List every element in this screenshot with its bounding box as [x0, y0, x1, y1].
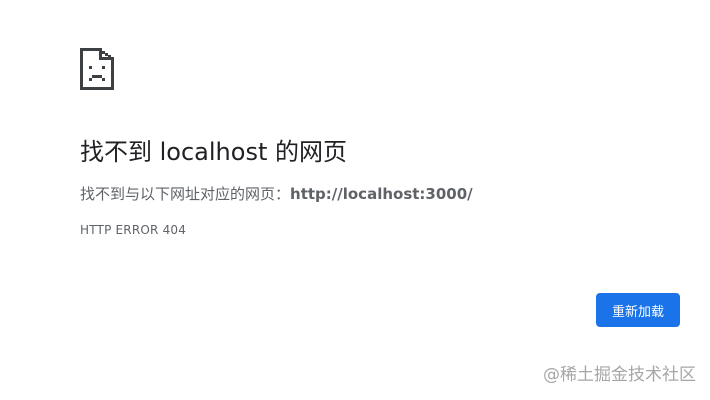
- error-message-prefix: 找不到与以下网址对应的网页：: [80, 185, 291, 203]
- error-message: 找不到与以下网址对应的网页：http://localhost:3000/: [80, 183, 473, 205]
- page-title: 找不到 localhost 的网页: [80, 138, 347, 166]
- error-code: HTTP ERROR 404: [80, 223, 187, 237]
- reload-button[interactable]: 重新加载: [596, 293, 680, 327]
- error-url: http://localhost:3000/: [290, 185, 473, 203]
- sad-document-icon: [80, 48, 114, 90]
- watermark: @稀土掘金技术社区: [543, 365, 696, 385]
- error-page: 找不到 localhost 的网页 找不到与以下网址对应的网页：http://l…: [0, 0, 710, 400]
